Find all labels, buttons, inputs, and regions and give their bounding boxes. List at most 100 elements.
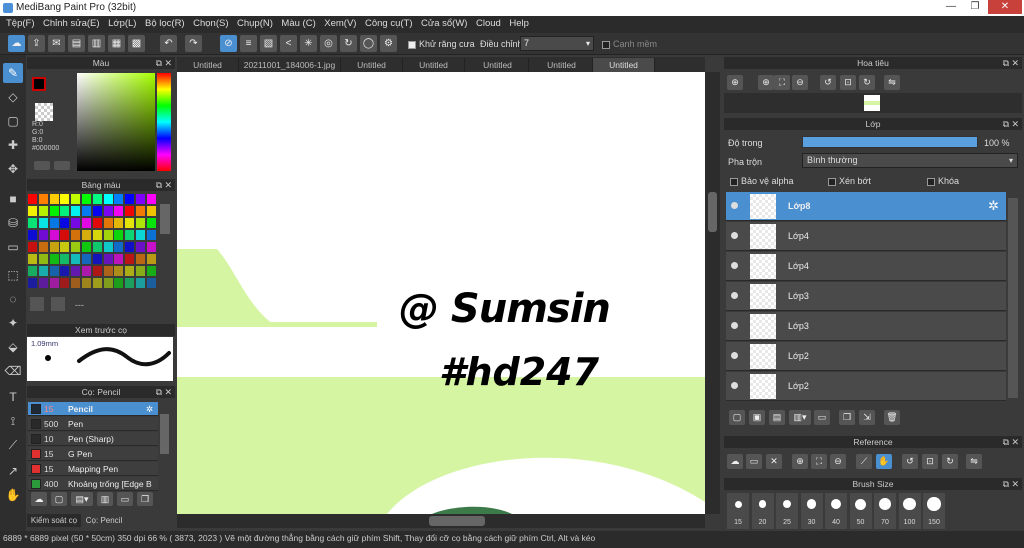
brush-size-option[interactable]: 20 xyxy=(751,493,774,529)
menu-edit[interactable]: Chỉnh sửa(E) xyxy=(43,16,100,29)
palette-swatch[interactable] xyxy=(60,278,70,288)
brush-size-option[interactable]: 40 xyxy=(825,493,847,529)
page-icon[interactable]: ▥ xyxy=(88,35,105,52)
grid-icon[interactable]: ▩ xyxy=(128,35,145,52)
eye-icon[interactable] xyxy=(731,292,738,299)
add-brush-icon[interactable]: ▤▾ xyxy=(71,492,93,506)
palette-swatch[interactable] xyxy=(92,194,102,204)
duplicate-layer-icon[interactable]: ❐ xyxy=(839,410,855,425)
palette-swatch[interactable] xyxy=(60,266,70,276)
menu-file[interactable]: Tệp(F) xyxy=(6,16,35,29)
palette-swatch[interactable] xyxy=(28,242,37,252)
layer-row[interactable]: Lớp3 xyxy=(726,282,1006,311)
palette-swatch[interactable] xyxy=(125,266,135,276)
zoom-out-icon[interactable]: ⊖ xyxy=(792,75,808,90)
palette-swatch[interactable] xyxy=(136,218,145,228)
brush-size-option[interactable]: 150 xyxy=(923,493,945,529)
circle-snap-icon[interactable]: ◎ xyxy=(320,35,337,52)
saturation-value-picker[interactable] xyxy=(77,73,155,171)
palette-swatch[interactable] xyxy=(38,206,48,216)
palette-swatch[interactable] xyxy=(136,230,145,240)
tab-brush-control[interactable]: Kiểm soát cọ xyxy=(27,514,81,527)
gear-icon[interactable]: ✲ xyxy=(988,198,999,214)
settings-gear-icon[interactable]: ⚙ xyxy=(380,35,397,52)
palette-swatch[interactable] xyxy=(38,254,48,264)
palette-swatch[interactable] xyxy=(114,206,124,216)
palette-swatch[interactable] xyxy=(49,266,59,276)
delete-layer-icon[interactable]: 🗑 xyxy=(884,410,900,425)
palette-swatch[interactable] xyxy=(136,278,145,288)
palette-swatch[interactable] xyxy=(49,242,59,252)
tab-document[interactable]: Untitled xyxy=(177,58,239,72)
palette-swatch[interactable] xyxy=(82,254,91,264)
palette-swatch-grid[interactable] xyxy=(28,194,158,292)
palette-scrollbar[interactable] xyxy=(160,204,170,234)
palette-swatch[interactable] xyxy=(82,194,91,204)
close-icon[interactable]: ✕ xyxy=(164,57,172,69)
brush-size-option[interactable]: 25 xyxy=(776,493,798,529)
palette-swatch[interactable] xyxy=(38,230,48,240)
eyedropper-icon[interactable]: ⟋ xyxy=(3,435,23,455)
palette-swatch[interactable] xyxy=(146,242,156,252)
tab-document-active[interactable]: Untitled xyxy=(593,58,655,72)
eyedropper-icon[interactable]: ⟋ xyxy=(856,454,872,469)
brush-item[interactable]: 400 Khoảng trống [Edge B xyxy=(28,477,158,491)
menu-view[interactable]: Xem(V) xyxy=(324,16,356,29)
palette-swatch[interactable] xyxy=(28,194,37,204)
brush-item[interactable]: 500 Pen xyxy=(28,417,158,431)
palette-swatch[interactable] xyxy=(28,218,37,228)
palette-swatch[interactable] xyxy=(136,194,145,204)
new-palette-icon[interactable] xyxy=(30,297,44,311)
layer-scrollbar[interactable] xyxy=(1008,198,1018,398)
radial-snap-icon[interactable]: ✳ xyxy=(300,35,317,52)
palette-swatch[interactable] xyxy=(60,230,70,240)
zoom-in-icon[interactable]: ⊕ xyxy=(758,75,774,90)
brush-size-option[interactable]: 70 xyxy=(874,493,896,529)
brush-list-scrollbar[interactable] xyxy=(160,414,169,454)
palette-swatch[interactable] xyxy=(136,254,145,264)
panel-icon[interactable]: ▦ xyxy=(108,35,125,52)
palette-swatch[interactable] xyxy=(82,218,91,228)
close-icon[interactable]: ✕ xyxy=(164,179,172,191)
popout-icon[interactable]: ⧉ xyxy=(156,57,162,69)
palette-swatch[interactable] xyxy=(146,206,156,216)
palette-swatch[interactable] xyxy=(71,194,81,204)
eye-icon[interactable] xyxy=(731,202,738,209)
new-brush-icon[interactable]: ▢ xyxy=(51,492,67,506)
palette-swatch[interactable] xyxy=(103,242,113,252)
select-pen-icon[interactable]: ⬙ xyxy=(3,337,23,357)
new-8bit-layer-icon[interactable]: ▤ xyxy=(769,410,785,425)
fill-shape-icon[interactable]: ■ xyxy=(3,189,23,209)
menu-cloud[interactable]: Cloud xyxy=(476,16,501,29)
popout-icon[interactable]: ⧉ xyxy=(1003,57,1009,69)
palette-swatch[interactable] xyxy=(82,278,91,288)
palette-swatch[interactable] xyxy=(114,218,124,228)
palette-swatch[interactable] xyxy=(82,242,91,252)
menu-select[interactable]: Chọn(S) xyxy=(193,16,228,29)
palette-swatch[interactable] xyxy=(114,230,124,240)
palette-swatch[interactable] xyxy=(71,230,81,240)
reset-rotate-icon[interactable]: ⊡ xyxy=(840,75,856,90)
close-icon[interactable]: ✕ xyxy=(1011,436,1019,448)
palette-swatch[interactable] xyxy=(125,254,135,264)
menu-filter[interactable]: Bộ lọc(R) xyxy=(145,16,185,29)
tab-document[interactable]: Untitled xyxy=(403,58,465,72)
palette-swatch[interactable] xyxy=(82,206,91,216)
palette-swatch[interactable] xyxy=(114,242,124,252)
palette-swatch[interactable] xyxy=(92,206,102,216)
close-icon[interactable]: ✕ xyxy=(164,386,172,398)
palette-swatch[interactable] xyxy=(60,254,70,264)
bucket-icon[interactable]: ⛁ xyxy=(3,213,23,233)
fit-icon[interactable]: ⛶ xyxy=(774,75,790,90)
palette-swatch[interactable] xyxy=(60,206,70,216)
palette-swatch[interactable] xyxy=(28,254,37,264)
palette-swatch[interactable] xyxy=(103,194,113,204)
antialias-checkbox[interactable] xyxy=(408,40,416,49)
zoom-in-icon[interactable]: ⊕ xyxy=(727,75,743,90)
brush-settings-icon[interactable]: ▥ xyxy=(97,492,113,506)
hand-icon[interactable]: ✋ xyxy=(876,454,892,469)
palette-swatch[interactable] xyxy=(92,254,102,264)
new-layer-icon[interactable]: ▢ xyxy=(729,410,745,425)
menu-color[interactable]: Màu (C) xyxy=(281,16,315,29)
color-option-icon[interactable] xyxy=(54,161,70,170)
